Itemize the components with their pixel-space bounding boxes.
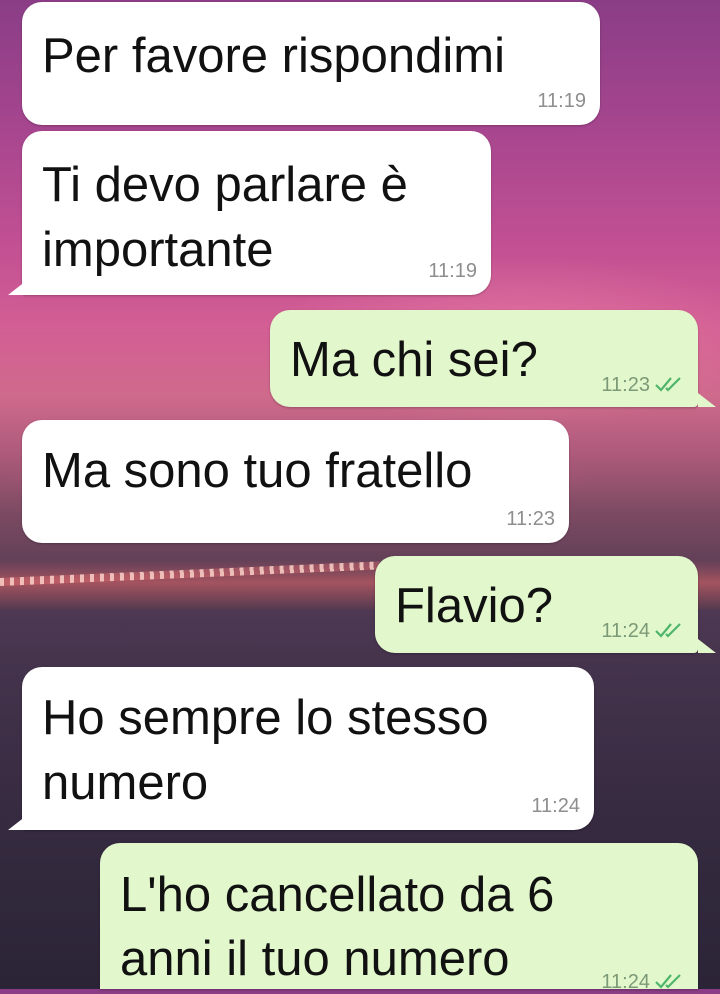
message-text: Ma sono tuo fratello: [42, 444, 473, 498]
double-check-icon: [655, 377, 681, 392]
message-text: Ma chi sei?: [290, 333, 538, 387]
message-bubble-incoming[interactable]: Ma sono tuo fratello 11:23: [22, 420, 569, 543]
message-time: 11:23: [506, 508, 555, 530]
double-check-icon: [655, 974, 681, 989]
message-time: 11:19: [428, 260, 477, 282]
message-bubble-incoming[interactable]: Per favore rispondimi 11:19: [22, 2, 600, 125]
message-text-line: importante: [42, 223, 274, 277]
message-time: 11:19: [537, 90, 586, 112]
message-text-line: Ti devo parlare è: [42, 158, 408, 212]
message-time: 11:24: [531, 795, 580, 817]
message-time: 11:23: [601, 374, 650, 396]
double-check-icon: [655, 623, 681, 638]
message-meta: 11:24: [601, 620, 686, 643]
message-meta: 11:23: [601, 374, 686, 397]
message-bubble-outgoing[interactable]: Ma chi sei? 11:23: [270, 310, 698, 407]
message-text: Per favore rispondimi: [42, 29, 505, 83]
bubble-tail: [8, 281, 26, 295]
message-text: Flavio?: [395, 579, 553, 633]
message-time: 11:24: [601, 971, 650, 993]
message-bubble-incoming[interactable]: Ho sempre lo stesso numero 11:24: [22, 667, 594, 830]
message-text-line: numero: [42, 756, 209, 810]
message-bubble-incoming[interactable]: Ti devo parlare è importante 11:19: [22, 131, 491, 295]
message-bubble-outgoing[interactable]: L'ho cancellato da 6 anni il tuo numero …: [100, 843, 698, 993]
message-bubble-outgoing[interactable]: Flavio? 11:24: [375, 556, 698, 653]
bubble-tail: [8, 816, 26, 830]
message-text-line: L'ho cancellato da 6: [120, 868, 555, 922]
message-text-line: anni il tuo numero: [120, 932, 510, 986]
message-time: 11:24: [601, 620, 650, 642]
bubble-tail: [698, 393, 716, 407]
message-text-line: Ho sempre lo stesso: [42, 691, 489, 745]
bubble-tail: [698, 639, 716, 653]
message-meta: 11:24: [601, 971, 686, 994]
